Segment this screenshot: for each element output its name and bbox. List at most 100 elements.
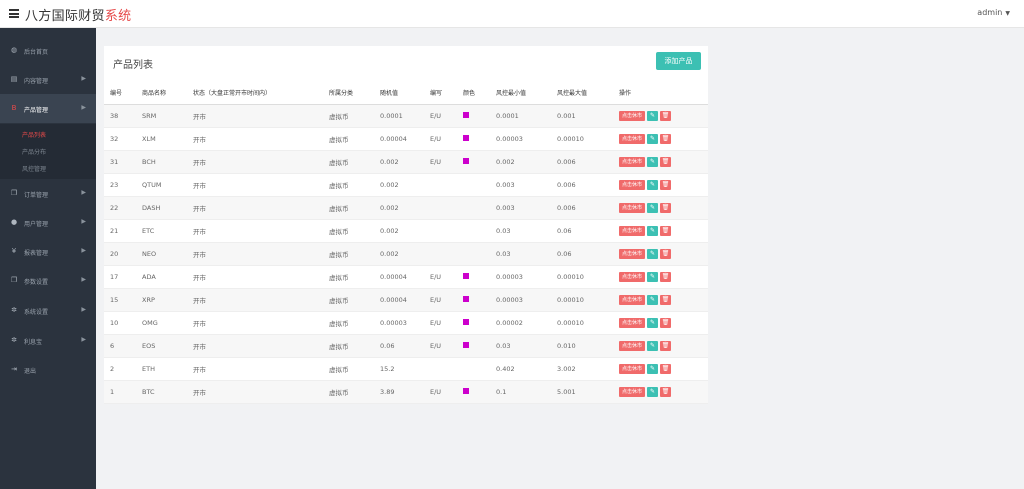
toggle-market-button[interactable]: 点击休市 [619,363,646,374]
trash-icon[interactable]: 🗑 [660,179,672,190]
cell-max: 0.010 [551,334,613,358]
sidebar-item-0[interactable]: ◍ 后台首页 [0,36,96,65]
chevron-right-icon: ▶ [81,336,86,343]
cell-min: 0.00003 [490,265,551,289]
trash-icon[interactable]: 🗑 [660,386,672,397]
toggle-market-button[interactable]: 点击休市 [619,133,646,144]
trash-icon[interactable]: 🗑 [660,110,672,121]
cell-id: 10 [104,311,136,335]
user-menu[interactable]: admin ▼ [977,8,1010,17]
cell-code: E/U [424,311,457,335]
chevron-right-icon: ▶ [81,104,86,111]
toggle-market-button[interactable]: 点击休市 [619,225,646,236]
sidebar-subitem-0[interactable]: 产品列表 [22,130,46,139]
sidebar-item-4[interactable]: ● 用户管理 ▶ [0,208,96,237]
edit-icon[interactable]: ✎ [647,363,659,374]
edit-icon[interactable]: ✎ [647,202,659,213]
trash-icon[interactable]: 🗑 [660,156,672,167]
dashboard-icon: ◍ [10,46,18,54]
toggle-market-button[interactable]: 点击休市 [619,317,646,328]
cell-max: 0.00010 [551,265,613,289]
cell-max: 0.00010 [551,288,613,312]
trash-icon[interactable]: 🗑 [660,294,672,305]
color-swatch [463,318,469,325]
sidebar-item-9[interactable]: ⇥ 退出 [0,355,96,384]
column-header: 所属分类 [323,82,374,105]
trash-icon[interactable]: 🗑 [660,248,672,259]
sidebar-item-label: 用户管理 [24,221,49,228]
column-header: 状态（大盘正常开市时间内） [187,82,323,105]
trash-icon[interactable]: 🗑 [660,202,672,213]
hamburger-icon[interactable] [9,9,19,18]
trash-icon[interactable]: 🗑 [660,340,672,351]
cell-status: 开市 [187,357,323,381]
table-header-row: 编号 商品名称 状态（大盘正常开市时间内） 所属分类 随机值 编写 颜色 风控最小值 风控最大值… [104,82,708,105]
edit-icon[interactable]: ✎ [647,248,659,259]
trash-icon[interactable]: 🗑 [660,225,672,236]
cell-max: 0.00010 [551,311,613,335]
cell-actions: 点击休市 ✎ 🗑 [613,219,708,243]
cell-random: 0.00003 [374,311,424,335]
cell-min: 0.003 [490,173,551,197]
trash-icon[interactable]: 🗑 [660,271,672,282]
add-product-button[interactable]: 添加产品 [656,52,701,70]
sidebar-item-8[interactable]: ✲ 利息宝 ▶ [0,326,96,355]
cell-actions: 点击休市 ✎ 🗑 [613,104,708,128]
edit-icon[interactable]: ✎ [647,225,659,236]
cell-code: E/U [424,265,457,289]
trash-icon[interactable]: 🗑 [660,133,672,144]
toggle-market-button[interactable]: 点击休市 [619,271,646,282]
toggle-market-button[interactable]: 点击休市 [619,340,646,351]
sidebar-subitem-2[interactable]: 风控管理 [22,164,46,173]
cell-min: 0.03 [490,242,551,266]
cell-name: XRP [136,288,187,312]
cell-code [424,173,457,197]
sidebar-item-3[interactable]: ❐ 订单管理 ▶ [0,179,96,208]
cell-color [457,242,490,266]
caret-down-icon: ▼ [1005,10,1010,17]
edit-icon[interactable]: ✎ [647,317,659,328]
bitcoin-icon: B [11,104,17,112]
edit-icon[interactable]: ✎ [647,179,659,190]
toggle-market-button[interactable]: 点击休市 [619,156,646,167]
cell-actions: 点击休市 ✎ 🗑 [613,288,708,312]
edit-icon[interactable]: ✎ [647,156,659,167]
cell-name: BTC [136,380,187,404]
cell-random: 15.2 [374,357,424,381]
toggle-market-button[interactable]: 点击休市 [619,248,646,259]
toggle-market-button[interactable]: 点击休市 [619,294,646,305]
table-row: 32 XLM 开市 虚拟币 0.00004 E/U 0.00003 0.00010 点击休市 ✎ 🗑 [104,127,708,151]
sidebar-item-2[interactable]: B 产品管理 ▶ [0,94,96,123]
sidebar-item-7[interactable]: ✲ 系统设置 ▶ [0,296,96,325]
edit-icon[interactable]: ✎ [647,340,659,351]
color-swatch [463,272,469,279]
color-swatch [463,157,469,164]
edit-icon[interactable]: ✎ [647,133,659,144]
top-header: 八方国际财贸系统 admin ▼ [0,0,1024,28]
trash-icon[interactable]: 🗑 [660,317,672,328]
cell-random: 0.0001 [374,104,424,128]
toggle-market-button[interactable]: 点击休市 [619,202,646,213]
cell-min: 0.00003 [490,288,551,312]
sidebar-item-label: 利息宝 [24,339,43,346]
cell-category: 虚拟币 [323,380,374,404]
edit-icon[interactable]: ✎ [647,294,659,305]
cell-code [424,242,457,266]
edit-icon[interactable]: ✎ [647,386,659,397]
sidebar-subitem-1[interactable]: 产品分布 [22,147,46,156]
sidebar-item-1[interactable]: ▤ 内容管理 ▶ [0,65,96,94]
toggle-market-button[interactable]: 点击休市 [619,110,646,121]
edit-icon[interactable]: ✎ [647,271,659,282]
sidebar-item-label: 系统设置 [24,309,49,316]
cell-status: 开市 [187,242,323,266]
cell-color [457,150,490,174]
sidebar-item-5[interactable]: ¥ 报表管理 ▶ [0,237,96,266]
cell-random: 0.00004 [374,288,424,312]
toggle-market-button[interactable]: 点击休市 [619,179,646,190]
trash-icon[interactable]: 🗑 [660,363,672,374]
sidebar-item-6[interactable]: ❐ 参数设置 ▶ [0,266,96,295]
toggle-market-button[interactable]: 点击休市 [619,386,646,397]
edit-icon[interactable]: ✎ [647,110,659,121]
color-swatch [463,387,469,394]
cell-status: 开市 [187,265,323,289]
